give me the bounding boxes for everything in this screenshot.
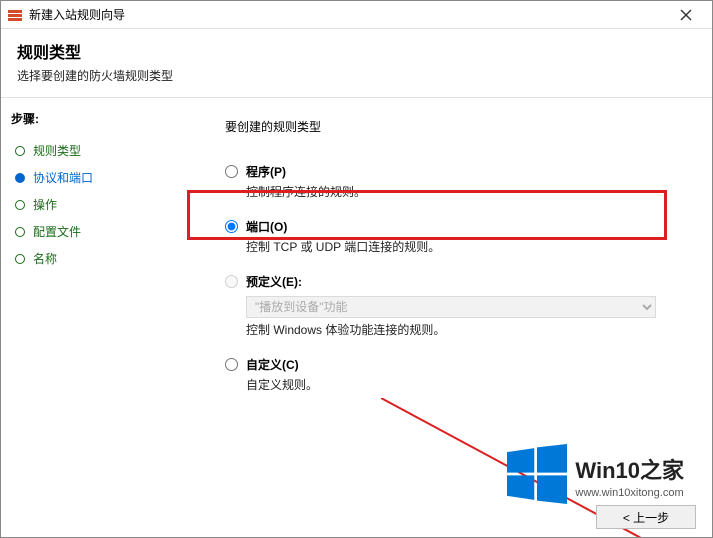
step-label: 规则类型 [33, 142, 81, 159]
step-rule-type[interactable]: 规则类型 [11, 137, 191, 164]
option-port[interactable]: 端口(O) 控制 TCP 或 UDP 端口连接的规则。 [225, 218, 692, 255]
option-desc: 控制 Windows 体验功能连接的规则。 [246, 321, 692, 338]
bullet-icon [15, 200, 25, 210]
page-subtitle: 选择要创建的防火墙规则类型 [17, 67, 696, 84]
watermark-brand: Win10之家 [575, 453, 684, 485]
bullet-icon [15, 173, 25, 183]
option-desc: 自定义规则。 [246, 376, 692, 393]
window-title: 新建入站规则向导 [29, 6, 666, 23]
step-label: 名称 [33, 250, 57, 267]
back-button[interactable]: < 上一步 [596, 505, 696, 529]
option-predefined[interactable]: 预定义(E): "播放到设备"功能 控制 Windows 体验功能连接的规则。 [225, 273, 692, 338]
option-label: 预定义(E): [246, 273, 302, 290]
radio-port[interactable] [225, 220, 238, 233]
page-title: 规则类型 [17, 39, 696, 63]
main-prompt: 要创建的规则类型 [225, 118, 692, 135]
step-label: 操作 [33, 196, 57, 213]
step-protocol-ports[interactable]: 协议和端口 [11, 164, 191, 191]
step-label: 协议和端口 [33, 169, 93, 186]
radio-program[interactable] [225, 165, 238, 178]
step-name[interactable]: 名称 [11, 245, 191, 272]
option-label: 自定义(C) [246, 356, 299, 373]
radio-custom[interactable] [225, 358, 238, 371]
wizard-window: 新建入站规则向导 规则类型 选择要创建的防火墙规则类型 步骤: 规则类型 协议和… [0, 0, 713, 538]
wizard-buttons: < 上一步 [590, 505, 696, 529]
steps-title: 步骤: [11, 110, 191, 127]
option-custom[interactable]: 自定义(C) 自定义规则。 [225, 356, 692, 393]
option-program[interactable]: 程序(P) 控制程序连接的规则。 [225, 163, 692, 200]
bullet-icon [15, 227, 25, 237]
option-label: 端口(O) [246, 218, 287, 235]
firewall-icon [7, 7, 23, 23]
step-label: 配置文件 [33, 223, 81, 240]
step-profile[interactable]: 配置文件 [11, 218, 191, 245]
watermark-url: www.win10xitong.com [575, 487, 684, 499]
option-label: 程序(P) [246, 163, 286, 180]
bullet-icon [15, 146, 25, 156]
radio-predefined[interactable] [225, 275, 238, 288]
bullet-icon [15, 254, 25, 264]
steps-sidebar: 步骤: 规则类型 协议和端口 操作 配置文件 名称 [1, 98, 201, 538]
predefined-select[interactable]: "播放到设备"功能 [246, 296, 656, 318]
option-desc: 控制 TCP 或 UDP 端口连接的规则。 [246, 238, 692, 255]
wizard-header: 规则类型 选择要创建的防火墙规则类型 [1, 29, 712, 97]
watermark: Win10之家 www.win10xitong.com [507, 444, 684, 507]
option-desc: 控制程序连接的规则。 [246, 183, 692, 200]
close-button[interactable] [666, 1, 706, 29]
titlebar: 新建入站规则向导 [1, 1, 712, 29]
step-action[interactable]: 操作 [11, 191, 191, 218]
windows-logo-icon [507, 444, 567, 507]
